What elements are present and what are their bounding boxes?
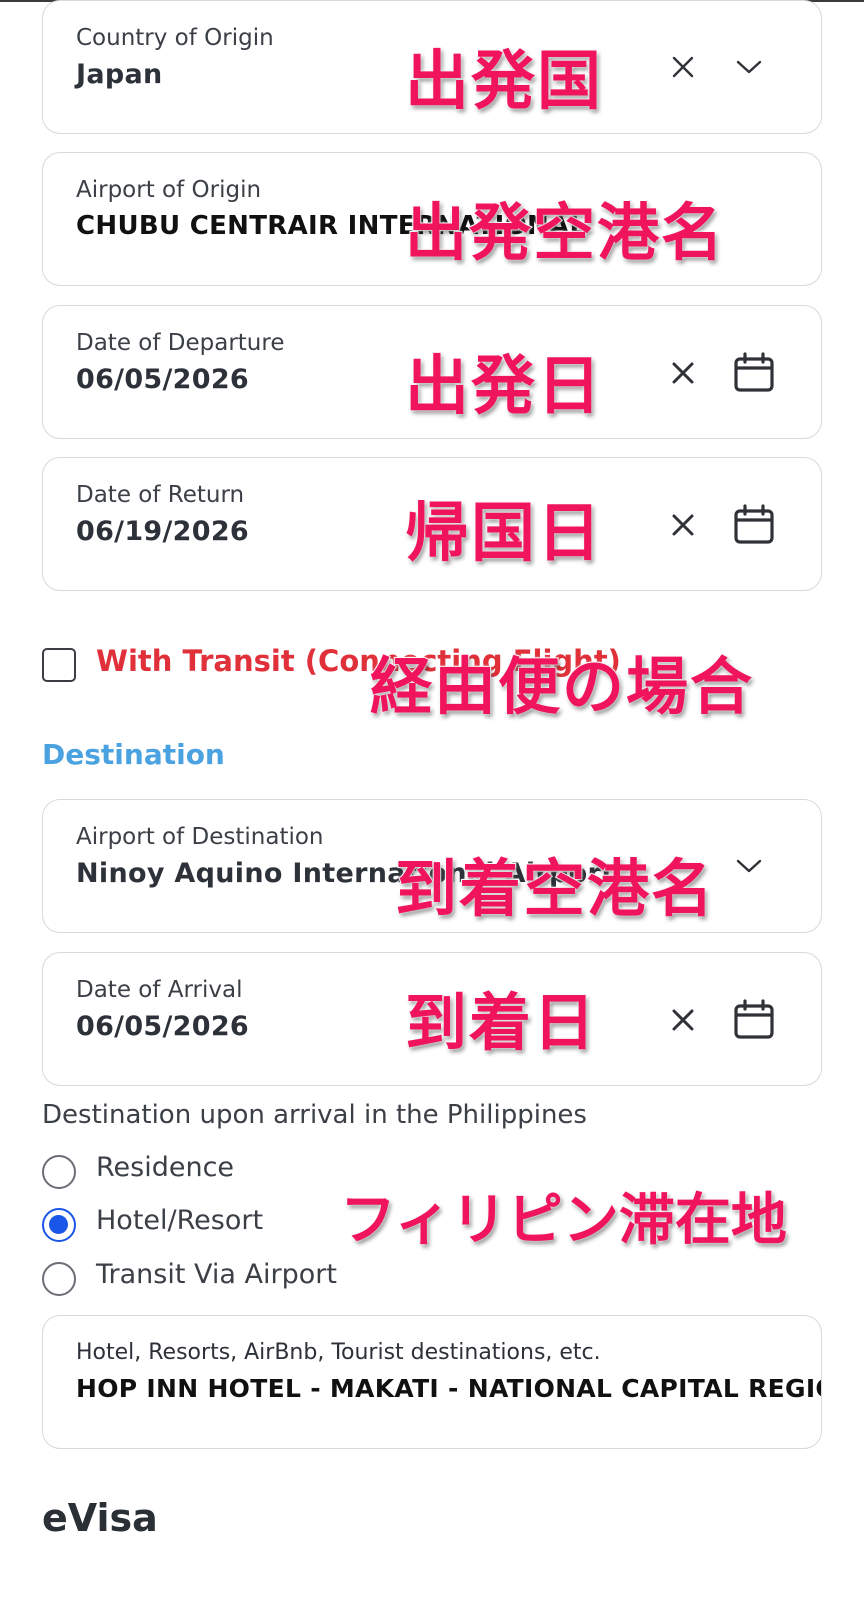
upon-arrival-question: Destination upon arrival in the Philippi… — [42, 1100, 587, 1130]
clear-icon[interactable] — [671, 1008, 695, 1032]
clear-icon[interactable] — [671, 361, 695, 385]
calendar-icon[interactable] — [733, 999, 775, 1041]
overlay-transit: 経由便の場合 — [369, 649, 755, 724]
hotel-field-label: Hotel, Resorts, AirBnb, Tourist destinat… — [76, 1340, 601, 1365]
radio-residence-label[interactable]: Residence — [96, 1152, 234, 1183]
country-of-origin-label: Country of Origin — [76, 25, 274, 51]
date-of-arrival-label: Date of Arrival — [76, 977, 243, 1003]
overlay-return: 帰国日 — [404, 496, 603, 572]
hotel-field[interactable]: Hotel, Resorts, AirBnb, Tourist destinat… — [42, 1315, 822, 1449]
overlay-departure: 出発日 — [404, 349, 603, 425]
hotel-field-value: HOP INN HOTEL - MAKATI - NATIONAL CAPITA… — [76, 1374, 822, 1403]
calendar-icon[interactable] — [733, 352, 775, 394]
radio-hotel-resort-label[interactable]: Hotel/Resort — [96, 1205, 263, 1236]
date-of-return-label: Date of Return — [76, 482, 245, 508]
overlay-airport-destination: 到着空港名 — [394, 851, 716, 926]
radio-transit-via-airport-label[interactable]: Transit Via Airport — [96, 1259, 337, 1290]
calendar-icon[interactable] — [733, 504, 775, 546]
destination-section-title: Destination — [42, 738, 225, 771]
overlay-country: 出発国 — [404, 44, 603, 120]
with-transit-checkbox[interactable] — [42, 648, 76, 682]
evisa-title: eVisa — [42, 1496, 158, 1540]
radio-transit-via-airport[interactable] — [42, 1262, 76, 1296]
travel-form-page: Country of Origin Japan Airport of Origi… — [0, 0, 864, 1597]
overlay-arrival: 到着日 — [404, 985, 598, 1060]
chevron-down-icon[interactable] — [735, 856, 763, 876]
clear-icon[interactable] — [671, 55, 695, 79]
airport-of-destination-label: Airport of Destination — [76, 824, 324, 850]
country-of-origin-value: Japan — [76, 59, 163, 90]
date-of-arrival-value: 06/05/2026 — [76, 1011, 250, 1042]
radio-hotel-resort[interactable] — [42, 1208, 76, 1242]
airport-of-origin-label: Airport of Origin — [76, 177, 262, 203]
chevron-down-icon[interactable] — [735, 57, 763, 77]
date-of-departure-value: 06/05/2026 — [76, 364, 250, 395]
date-of-departure-label: Date of Departure — [76, 330, 285, 356]
date-of-return-value: 06/19/2026 — [76, 516, 250, 547]
overlay-airport-origin: 出発空港名 — [404, 195, 726, 270]
overlay-stay: フィリピン滞在地 — [339, 1187, 788, 1254]
radio-residence[interactable] — [42, 1155, 76, 1189]
clear-icon[interactable] — [671, 513, 695, 537]
